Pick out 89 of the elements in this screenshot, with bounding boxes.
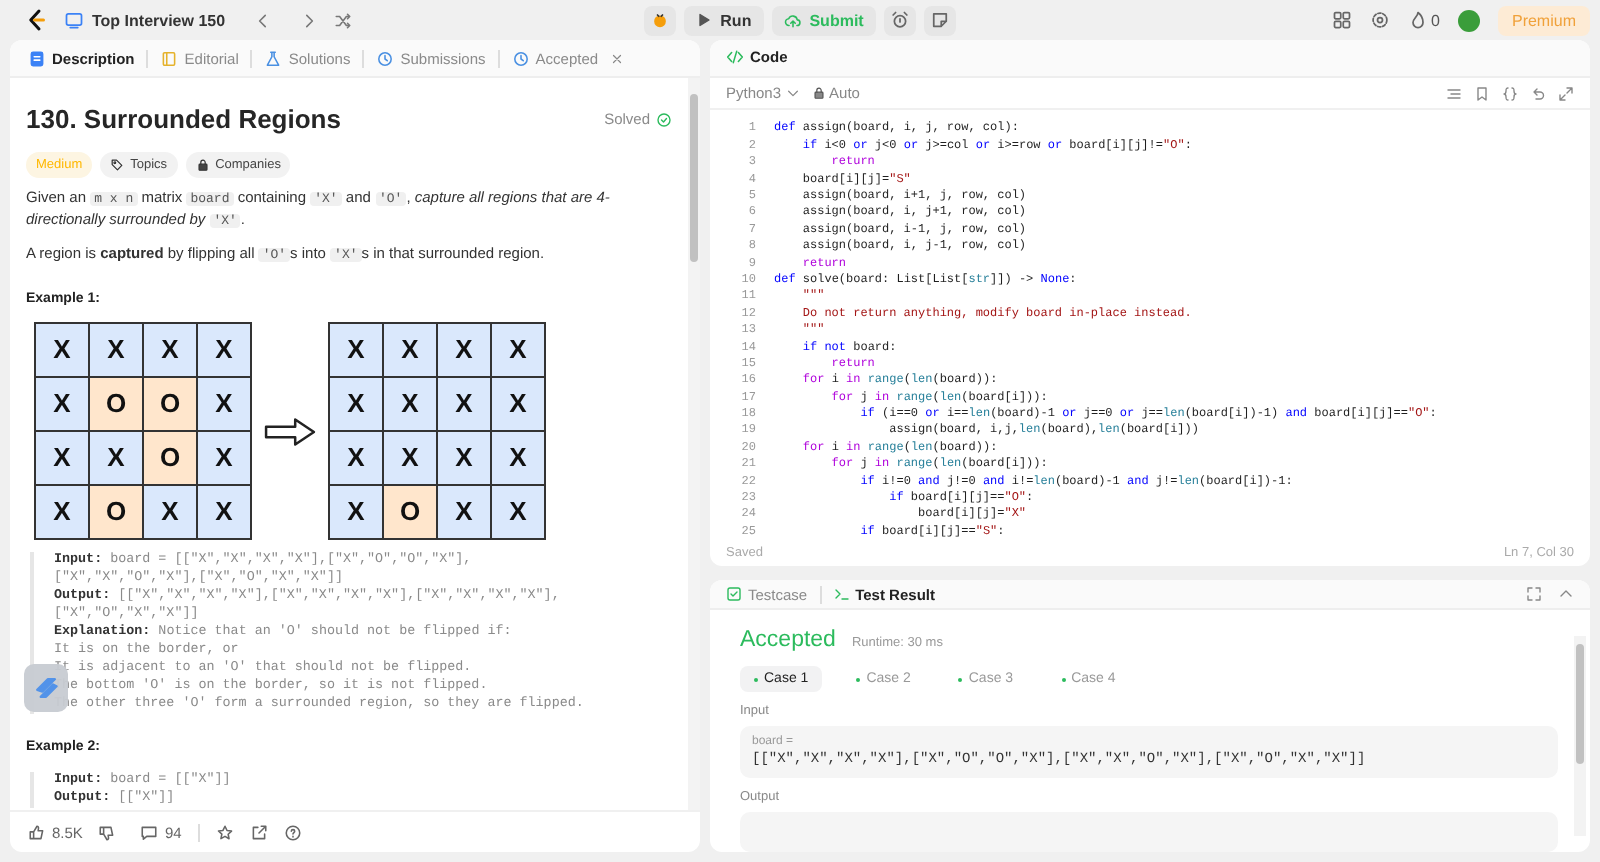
grid-cell: X [90, 432, 142, 485]
braces-button[interactable] [1502, 85, 1518, 102]
grid-cell: X [36, 324, 88, 377]
verdict-text: Accepted [740, 628, 836, 652]
shuffle-icon [333, 11, 352, 29]
run-button[interactable]: Run [684, 5, 764, 35]
undo-icon [1530, 85, 1546, 102]
undo-button[interactable] [1530, 85, 1546, 102]
grid-cell: O [90, 378, 142, 431]
grid-cell: X [36, 378, 88, 431]
terminal-icon [833, 586, 850, 602]
avatar[interactable] [1457, 9, 1480, 31]
close-icon[interactable] [610, 51, 625, 65]
cloud-upload-icon [783, 11, 802, 29]
list-icon [64, 10, 84, 30]
format-icon [1446, 85, 1462, 102]
grid-cell: X [144, 324, 196, 377]
scrollbar[interactable] [1574, 636, 1586, 836]
problem-list-title[interactable]: Top Interview 150 [92, 11, 226, 29]
grid-cell: X [330, 432, 382, 485]
fullscreen-button[interactable] [1522, 586, 1546, 602]
book-icon [160, 49, 179, 67]
document-icon [28, 49, 46, 67]
grid-cell: X [90, 324, 142, 377]
flask-icon [264, 49, 283, 67]
clock-icon [376, 49, 395, 67]
bug-icon [650, 10, 671, 30]
grid-cell: X [330, 378, 382, 431]
submit-button[interactable]: Submit [771, 5, 876, 35]
streak-count: 0 [1431, 11, 1440, 29]
braces-icon [1502, 85, 1518, 102]
help-icon [283, 823, 302, 841]
grid-cell: O [144, 432, 196, 485]
grid-cell: X [198, 486, 250, 539]
grid-cell: X [492, 324, 544, 377]
grid-cell: O [384, 486, 436, 539]
grid-cell: X [384, 324, 436, 377]
grid-cell: X [198, 378, 250, 431]
lock-icon [195, 158, 210, 173]
grid-cell: O [90, 486, 142, 539]
grid-cell: O [144, 378, 196, 431]
grid-cell: X [36, 486, 88, 539]
bookmark-icon [1474, 85, 1490, 102]
lock-icon [811, 86, 826, 101]
checkbox-icon [726, 586, 742, 602]
comment-icon [140, 823, 159, 841]
scrollbar[interactable] [688, 78, 700, 810]
thumbs-down-icon [98, 823, 117, 841]
bookmark-button[interactable] [1474, 85, 1490, 102]
chevron-up-icon [1558, 586, 1574, 602]
grid-cell: X [492, 378, 544, 431]
clock-icon [511, 49, 530, 67]
grid-cell: X [198, 324, 250, 377]
star-icon [215, 823, 234, 841]
format-button[interactable] [1446, 85, 1462, 102]
grid-cell: X [330, 324, 382, 377]
note-icon [929, 10, 950, 30]
play-icon [696, 12, 713, 28]
alarm-clock-icon [889, 10, 910, 30]
expand-button[interactable] [1558, 85, 1574, 102]
chevron-left-icon [253, 11, 272, 29]
code-icon [726, 48, 744, 67]
grid-cell: X [438, 486, 490, 539]
grid-cell: X [144, 486, 196, 539]
chevron-down-icon [785, 86, 800, 101]
settings-icon [1369, 10, 1390, 30]
debug-button[interactable] [644, 5, 677, 35]
grid-cell: X [384, 378, 436, 431]
premium-button[interactable]: Premium [1497, 5, 1590, 35]
notes-button[interactable] [923, 5, 956, 35]
grid-icon [1331, 10, 1352, 30]
grid-cell: X [384, 432, 436, 485]
grid-cell: X [492, 486, 544, 539]
logo-icon [24, 8, 48, 32]
fullscreen-icon [1526, 586, 1542, 602]
share-icon [249, 823, 268, 841]
check-circle-icon [656, 112, 672, 129]
timer-button[interactable] [883, 5, 916, 35]
thumbs-up-icon [28, 823, 46, 841]
problem-title: 130. Surrounded Regions [26, 102, 341, 138]
grid-cell: X [438, 378, 490, 431]
grid-cell: X [198, 432, 250, 485]
grid-cell: X [36, 432, 88, 485]
tag-icon [110, 158, 125, 173]
grid-cell: X [492, 432, 544, 485]
grid-cell: X [330, 486, 382, 539]
expand-icon [1558, 85, 1574, 102]
grid-cell: X [438, 432, 490, 485]
grid-cell: X [438, 324, 490, 377]
